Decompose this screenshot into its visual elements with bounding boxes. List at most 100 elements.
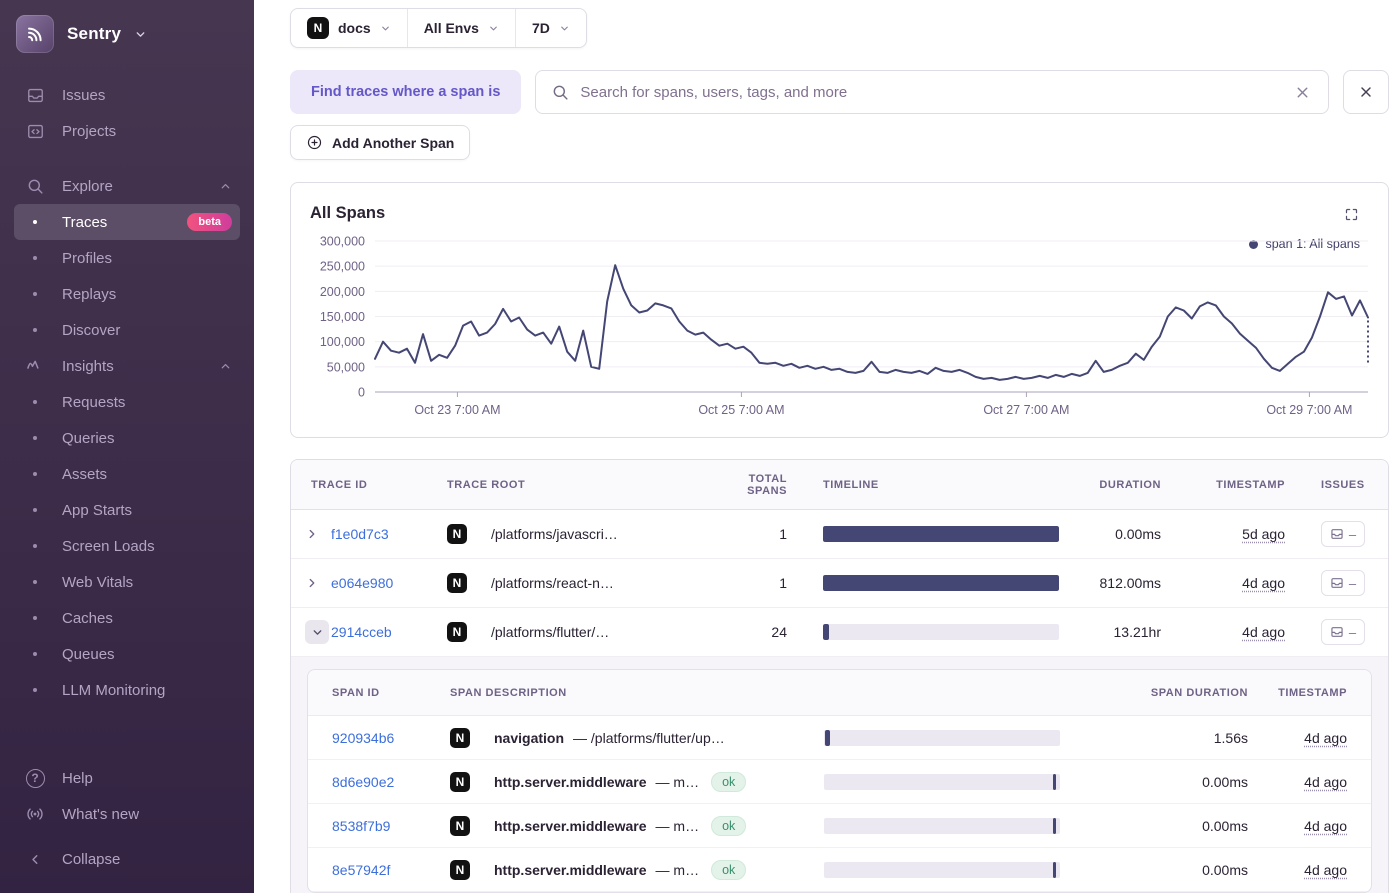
timestamp-link[interactable]: 5d ago <box>1242 526 1285 542</box>
sidebar-item-llm-monitoring[interactable]: LLM Monitoring <box>14 672 240 708</box>
projects-icon <box>22 122 48 141</box>
issues-button[interactable]: – <box>1321 521 1365 547</box>
sidebar-item-label: Requests <box>62 394 125 411</box>
timeline-bar <box>1053 818 1056 834</box>
timeline-track <box>824 862 1060 878</box>
plus-circle-icon <box>306 134 323 151</box>
span-duration: 0.00ms <box>1076 818 1252 834</box>
sidebar-item-issues[interactable]: Issues <box>14 77 240 113</box>
nextjs-icon: N <box>447 524 467 544</box>
trace-root: /platforms/javascri… <box>491 526 618 542</box>
sidebar-item-discover[interactable]: Discover <box>14 312 240 348</box>
traces-table: TRACE ID TRACE ROOT TOTAL SPANS TIMELINE… <box>290 459 1389 893</box>
expand-row-button[interactable] <box>291 576 331 590</box>
expand-row-button[interactable] <box>291 527 331 541</box>
date-range-value: 7D <box>532 20 550 36</box>
fullscreen-icon <box>1344 207 1359 222</box>
bullet-icon <box>33 652 37 656</box>
sidebar-item-caches[interactable]: Caches <box>14 600 240 636</box>
span-duration: 0.00ms <box>1076 862 1252 878</box>
expand-chart-button[interactable] <box>1344 207 1359 222</box>
svg-text:Oct 25 7:00 AM: Oct 25 7:00 AM <box>698 403 784 417</box>
span-id-link[interactable]: 920934b6 <box>332 730 394 746</box>
chevron-right-icon <box>305 527 319 541</box>
sentry-logo-icon <box>16 15 54 53</box>
svg-text:0: 0 <box>358 386 365 400</box>
issues-box-icon <box>1330 625 1344 639</box>
beta-badge: beta <box>187 213 232 231</box>
find-traces-chip[interactable]: Find traces where a span is <box>290 70 521 114</box>
search-icon <box>22 177 48 196</box>
remove-span-filter-button[interactable] <box>1343 70 1389 114</box>
timestamp-link[interactable]: 4d ago <box>1304 730 1347 746</box>
trace-id-link[interactable]: e064e980 <box>331 575 393 591</box>
span-id-link[interactable]: 8d6e90e2 <box>332 774 394 790</box>
sidebar-item-whats-new[interactable]: What's new <box>14 796 240 832</box>
trace-id-link[interactable]: 2914cceb <box>331 624 392 640</box>
issues-button[interactable]: – <box>1321 570 1365 596</box>
sidebar-collapse-button[interactable]: Collapse <box>14 841 240 877</box>
span-description: — m… <box>656 774 700 790</box>
total-spans: 1 <box>717 575 823 591</box>
span-row: 8e57942f Nhttp.server.middleware— m…ok 0… <box>308 848 1371 892</box>
chevron-left-icon <box>22 852 48 867</box>
sidebar-item-label: Discover <box>62 322 120 339</box>
all-spans-chart-panel: All Spans span 1: All spans 050,000100,0… <box>290 182 1389 438</box>
pulse-icon <box>22 356 48 376</box>
sidebar-item-web-vitals[interactable]: Web Vitals <box>14 564 240 600</box>
sidebar-item-label: Collapse <box>62 851 120 868</box>
span-description: — /platforms/flutter/up… <box>573 730 725 746</box>
subtable-header-row: SPAN ID SPAN DESCRIPTION SPAN DURATION T… <box>308 670 1371 716</box>
bullet-icon <box>33 580 37 584</box>
environment-selector[interactable]: All Envs <box>408 9 516 47</box>
chevron-down-icon <box>559 23 570 34</box>
timestamp-link[interactable]: 4d ago <box>1304 862 1347 878</box>
sidebar-item-label: Caches <box>62 610 113 627</box>
trace-id-link[interactable]: f1e0d7c3 <box>331 526 389 542</box>
add-another-span-button[interactable]: Add Another Span <box>290 125 470 160</box>
span-filter-row: Find traces where a span is <box>290 70 1389 114</box>
project-selector[interactable]: N docs <box>291 9 408 47</box>
svg-text:Oct 23 7:00 AM: Oct 23 7:00 AM <box>414 403 500 417</box>
sidebar-section-explore[interactable]: Explore <box>14 168 240 204</box>
sidebar-item-assets[interactable]: Assets <box>14 456 240 492</box>
sidebar-item-label: Screen Loads <box>62 538 155 555</box>
span-search-input[interactable] <box>580 84 1282 101</box>
span-id-link[interactable]: 8e57942f <box>332 862 390 878</box>
timestamp-link[interactable]: 4d ago <box>1304 818 1347 834</box>
sidebar-item-label: Assets <box>62 466 107 483</box>
total-spans: 24 <box>717 624 823 640</box>
timestamp-link[interactable]: 4d ago <box>1304 774 1347 790</box>
sidebar-item-queries[interactable]: Queries <box>14 420 240 456</box>
sidebar-item-app-starts[interactable]: App Starts <box>14 492 240 528</box>
col-timestamp: TIMESTAMP <box>1252 687 1371 699</box>
org-switcher[interactable]: Sentry <box>0 0 254 69</box>
collapse-row-button[interactable] <box>305 620 329 644</box>
sidebar-item-projects[interactable]: Projects <box>14 113 240 149</box>
bullet-icon <box>33 436 37 440</box>
bullet-icon <box>33 328 37 332</box>
sidebar-item-screen-loads[interactable]: Screen Loads <box>14 528 240 564</box>
sidebar-item-traces[interactable]: Traces beta <box>14 204 240 240</box>
sidebar-item-profiles[interactable]: Profiles <box>14 240 240 276</box>
nextjs-icon: N <box>447 573 467 593</box>
sidebar-section-insights[interactable]: Insights <box>14 348 240 384</box>
sidebar-item-label: LLM Monitoring <box>62 682 165 699</box>
bullet-icon <box>33 220 37 224</box>
timestamp-link[interactable]: 4d ago <box>1242 575 1285 591</box>
sidebar-item-help[interactable]: ? Help <box>14 760 240 796</box>
bullet-icon <box>33 400 37 404</box>
issues-button[interactable]: – <box>1321 619 1365 645</box>
date-range-selector[interactable]: 7D <box>516 9 586 47</box>
timestamp-link[interactable]: 4d ago <box>1242 624 1285 640</box>
span-id-link[interactable]: 8538f7b9 <box>332 818 390 834</box>
col-timestamp: TIMESTAMP <box>1171 479 1291 491</box>
sidebar-item-requests[interactable]: Requests <box>14 384 240 420</box>
sidebar-item-replays[interactable]: Replays <box>14 276 240 312</box>
sidebar-item-queues[interactable]: Queues <box>14 636 240 672</box>
clear-search-button[interactable] <box>1292 82 1313 103</box>
svg-text:300,000: 300,000 <box>320 235 365 249</box>
bullet-icon <box>33 292 37 296</box>
svg-text:200,000: 200,000 <box>320 285 365 299</box>
sidebar-item-label: Web Vitals <box>62 574 133 591</box>
